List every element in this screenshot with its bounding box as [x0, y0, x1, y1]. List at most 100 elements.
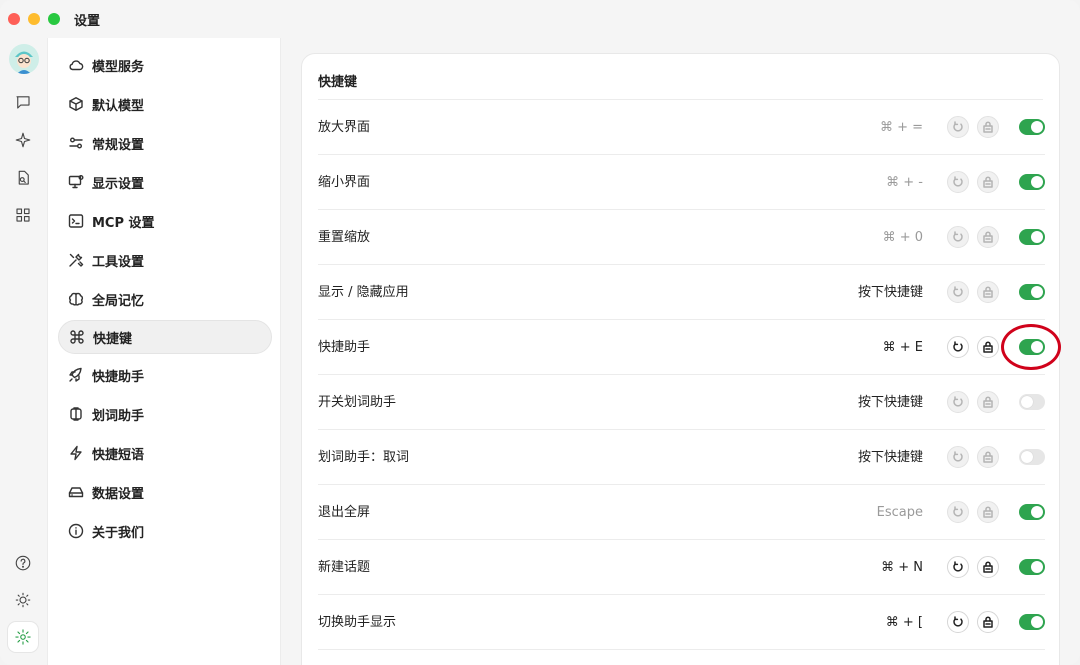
help-nav-button[interactable] [8, 548, 38, 578]
reset-shortcut-button[interactable] [947, 336, 969, 358]
sidebar-item-model-service[interactable]: 模型服务 [58, 48, 272, 82]
reset-shortcut-button[interactable] [947, 171, 969, 193]
apps-grid-icon [16, 208, 30, 222]
reset-shortcut-button[interactable] [947, 116, 969, 138]
reset-shortcut-button[interactable] [947, 391, 969, 413]
brain-icon [68, 291, 84, 307]
clear-shortcut-button[interactable] [977, 556, 999, 578]
reset-shortcut-button[interactable] [947, 611, 969, 633]
clear-icon [983, 396, 993, 408]
reset-shortcut-button[interactable] [947, 226, 969, 248]
shortcut-key-field[interactable]: 按下快捷键 [858, 375, 923, 430]
terminal-icon [68, 213, 84, 229]
section-title: 快捷键 [318, 75, 358, 90]
help-icon [15, 555, 31, 571]
sidebar-item-about[interactable]: 关于我们 [58, 514, 272, 548]
clear-shortcut-button[interactable] [977, 446, 999, 468]
shortcut-enable-toggle[interactable] [1019, 229, 1045, 245]
shortcut-key-field[interactable]: Escape [877, 485, 923, 540]
clear-shortcut-button[interactable] [977, 611, 999, 633]
sun-icon [15, 592, 31, 608]
shortcut-row: 缩小界面 ⌘ + - [318, 155, 1045, 210]
shortcut-enable-toggle[interactable] [1019, 174, 1045, 190]
clear-shortcut-button[interactable] [977, 171, 999, 193]
reset-shortcut-button[interactable] [947, 446, 969, 468]
sidebar-item-quick-assistant[interactable]: 快捷助手 [58, 358, 272, 392]
shortcut-enable-toggle[interactable] [1019, 284, 1045, 300]
sidebar-item-memory[interactable]: 全局记忆 [58, 282, 272, 316]
monitor-icon [68, 174, 84, 190]
toggle-knob [1031, 121, 1043, 133]
reset-icon [953, 561, 963, 572]
clear-shortcut-button[interactable] [977, 336, 999, 358]
shortcut-key-field[interactable]: 按下快捷键 [858, 265, 923, 320]
shortcut-row: 切换助手显示 ⌘ + [ [318, 595, 1045, 650]
close-window-button[interactable] [8, 13, 20, 25]
shortcut-row: 划词助手：取词 按下快捷键 [318, 430, 1045, 485]
shortcut-enable-toggle[interactable] [1019, 559, 1045, 575]
shortcut-enable-toggle[interactable] [1019, 504, 1045, 520]
shortcut-enable-toggle[interactable] [1019, 119, 1045, 135]
sidebar-item-label: 模型服务 [92, 59, 145, 75]
clear-shortcut-button[interactable] [977, 501, 999, 523]
theme-toggle-button[interactable] [8, 585, 38, 615]
document-search-icon [18, 170, 29, 185]
shortcut-key-field[interactable]: ⌘ + N [881, 540, 923, 595]
reset-shortcut-button[interactable] [947, 281, 969, 303]
toggle-knob [1031, 176, 1043, 188]
shortcut-key-field[interactable]: ⌘ + [ [886, 595, 923, 650]
reset-icon [953, 121, 963, 132]
sidebar-item-general[interactable]: 常规设置 [58, 126, 272, 160]
shortcut-label: 开关划词助手 [318, 395, 397, 410]
apps-nav-button[interactable] [8, 200, 38, 230]
shortcut-key-field[interactable]: ⌘ + - [886, 155, 923, 210]
settings-sidebar: 模型服务 默认模型 常规设置 显示设置 MCP 设置 工具设置 全局记忆 快捷键… [47, 38, 281, 665]
shortcut-label: 新建话题 [318, 560, 371, 575]
sidebar-item-selection-assistant[interactable]: 划词助手 [58, 397, 272, 431]
settings-nav-button[interactable] [8, 622, 38, 652]
highlight-annotation-ring [1001, 324, 1061, 370]
reset-shortcut-button[interactable] [947, 556, 969, 578]
reset-shortcut-button[interactable] [947, 501, 969, 523]
chat-nav-button[interactable] [8, 87, 38, 117]
sidebar-item-quick-phrases[interactable]: 快捷短语 [58, 436, 272, 470]
shortcut-key-field[interactable]: ⌘ + 0 [883, 210, 923, 265]
shortcut-label: 切换助手显示 [318, 615, 397, 630]
sidebar-item-label: 快捷助手 [92, 369, 145, 385]
zoom-window-button[interactable] [48, 13, 60, 25]
clear-icon [983, 286, 993, 298]
reset-icon [953, 176, 963, 187]
agents-nav-button[interactable] [8, 125, 38, 155]
clear-icon [983, 616, 993, 628]
toggle-knob [1031, 616, 1043, 628]
title-bar: 设置 [0, 0, 1080, 38]
shortcut-key-field[interactable]: ⌘ + E [883, 320, 923, 375]
clear-shortcut-button[interactable] [977, 391, 999, 413]
shortcut-label: 缩小界面 [318, 175, 371, 190]
sidebar-item-data[interactable]: 数据设置 [58, 475, 272, 509]
shortcut-key-field[interactable]: ⌘ + = [880, 100, 923, 155]
drive-icon [68, 484, 84, 500]
shortcut-row: 退出全屏 Escape [318, 485, 1045, 540]
shortcut-enable-toggle[interactable] [1019, 614, 1045, 630]
clear-shortcut-button[interactable] [977, 116, 999, 138]
clear-shortcut-button[interactable] [977, 226, 999, 248]
sidebar-item-shortcuts[interactable]: 快捷键 [58, 320, 272, 354]
shortcut-enable-toggle[interactable] [1019, 449, 1045, 465]
sidebar-item-display[interactable]: 显示设置 [58, 165, 272, 199]
shortcut-enable-toggle[interactable] [1019, 394, 1045, 410]
window-controls [8, 13, 60, 25]
text-cursor-icon [68, 406, 84, 422]
files-nav-button[interactable] [8, 163, 38, 193]
toggle-knob [1031, 286, 1043, 298]
sparkle-icon [15, 132, 31, 148]
minimize-window-button[interactable] [28, 13, 40, 25]
sidebar-item-mcp[interactable]: MCP 设置 [58, 204, 272, 238]
sidebar-item-default-model[interactable]: 默认模型 [58, 87, 272, 121]
sidebar-item-tools[interactable]: 工具设置 [58, 243, 272, 277]
command-icon [69, 329, 85, 345]
sidebar-item-label: 默认模型 [92, 98, 145, 114]
user-avatar[interactable] [9, 44, 39, 74]
clear-shortcut-button[interactable] [977, 281, 999, 303]
shortcut-key-field[interactable]: 按下快捷键 [858, 430, 923, 485]
